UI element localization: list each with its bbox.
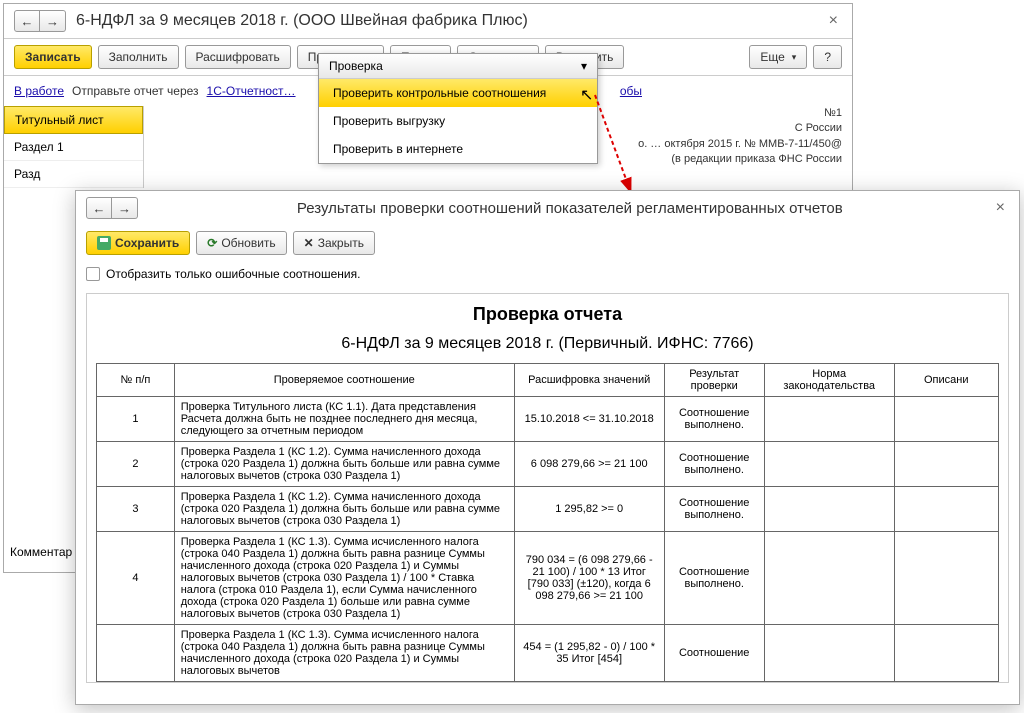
cell-check: Проверка Раздела 1 (КС 1.2). Сумма начис…	[174, 487, 514, 532]
save-label: Сохранить	[115, 236, 179, 250]
order-info: №1 С России о. … октября 2015 г. № ММВ-7…	[638, 106, 842, 168]
errors-only-checkbox[interactable]	[86, 267, 100, 281]
titlebar: ← → 6-НДФЛ за 9 месяцев 2018 г. (ООО Шве…	[4, 4, 852, 39]
cell-result: Соотношение выполнено.	[664, 487, 764, 532]
right-link[interactable]: обы	[620, 84, 642, 98]
close-button[interactable]: ✕ Закрыть	[293, 231, 375, 255]
cursor-icon: ↖	[580, 85, 593, 105]
cell-desc	[894, 442, 998, 487]
menu-header-label: Проверка	[329, 59, 383, 73]
order-l2: С России	[638, 121, 842, 136]
sidebar: Титульный лист Раздел 1 Разд	[4, 106, 144, 188]
menu-item-check-internet[interactable]: Проверить в интернете	[319, 135, 597, 163]
cell-decode: 6 098 279,66 >= 21 100	[514, 442, 664, 487]
status-link[interactable]: В работе	[14, 84, 64, 98]
save-button[interactable]: Сохранить	[86, 231, 190, 255]
col-decode: Расшифровка значений	[514, 364, 664, 397]
save-icon	[97, 236, 111, 250]
cell-desc	[894, 487, 998, 532]
comment-label: Комментар	[10, 545, 72, 559]
refresh-label: Обновить	[221, 236, 275, 250]
nav-back-button[interactable]: ←	[86, 197, 112, 219]
more-button[interactable]: Еще	[749, 45, 807, 69]
cell-num: 3	[97, 487, 175, 532]
col-desc: Описани	[894, 364, 998, 397]
document-area[interactable]: Проверка отчета 6-НДФЛ за 9 месяцев 2018…	[86, 293, 1009, 683]
cell-result: Соотношение выполнено.	[664, 532, 764, 625]
help-button[interactable]: ?	[813, 45, 842, 69]
col-num: № п/п	[97, 364, 175, 397]
col-check: Проверяемое соотношение	[174, 364, 514, 397]
cell-check: Проверка Титульного листа (КС 1.1). Дата…	[174, 397, 514, 442]
refresh-button[interactable]: ⟳ Обновить	[196, 231, 286, 255]
chevron-down-icon: ▾	[581, 59, 587, 73]
refresh-icon: ⟳	[207, 236, 217, 250]
cell-num: 1	[97, 397, 175, 442]
nav-forward-button[interactable]: →	[112, 197, 138, 219]
cell-desc	[894, 397, 998, 442]
cell-num: 2	[97, 442, 175, 487]
cell-norm	[764, 625, 894, 682]
close-label: Закрыть	[318, 236, 364, 250]
cell-check: Проверка Раздела 1 (КС 1.3). Сумма исчис…	[174, 532, 514, 625]
tab-section2[interactable]: Разд	[4, 161, 143, 188]
close-icon[interactable]: ×	[992, 199, 1009, 217]
errors-only-label: Отобразить только ошибочные соотношения.	[106, 267, 360, 281]
menu-item-check-export[interactable]: Проверить выгрузку	[319, 107, 597, 135]
table-row: 1Проверка Титульного листа (КС 1.1). Дат…	[97, 397, 999, 442]
doc-subtitle: 6-НДФЛ за 9 месяцев 2018 г. (Первичный. …	[87, 335, 1008, 363]
menu-item-check-ratios[interactable]: Проверить контрольные соотношения	[319, 79, 597, 107]
filter-row: Отобразить только ошибочные соотношения.	[76, 261, 1019, 287]
table-row: 2Проверка Раздела 1 (КС 1.2). Сумма начи…	[97, 442, 999, 487]
check-dropdown-menu: Проверка ▾ Проверить контрольные соотнош…	[318, 53, 598, 164]
cell-decode: 1 295,82 >= 0	[514, 487, 664, 532]
status-hint: Отправьте отчет через	[72, 84, 199, 98]
nav-forward-button[interactable]: →	[40, 10, 66, 32]
table-row: Проверка Раздела 1 (КС 1.3). Сумма исчис…	[97, 625, 999, 682]
table-row: 4Проверка Раздела 1 (КС 1.3). Сумма исчи…	[97, 532, 999, 625]
order-l1: №1	[638, 106, 842, 121]
cell-norm	[764, 397, 894, 442]
cell-check: Проверка Раздела 1 (КС 1.3). Сумма исчис…	[174, 625, 514, 682]
tab-section1[interactable]: Раздел 1	[4, 134, 143, 161]
tab-title-page[interactable]: Титульный лист	[4, 106, 143, 134]
col-result: Результат проверки	[664, 364, 764, 397]
results-toolbar: Сохранить ⟳ Обновить ✕ Закрыть	[76, 225, 1019, 261]
cell-norm	[764, 487, 894, 532]
cell-decode: 454 = (1 295,82 - 0) / 100 * 35 Итог [45…	[514, 625, 664, 682]
col-norm: Норма законодательства	[764, 364, 894, 397]
results-window: ← → Результаты проверки соотношений пока…	[75, 190, 1020, 705]
fill-button[interactable]: Заполнить	[98, 45, 179, 69]
results-title: Результаты проверки соотношений показате…	[148, 200, 992, 217]
cell-num: 4	[97, 532, 175, 625]
order-l3: о. … октября 2015 г. № ММВ-7-11/450@	[638, 137, 842, 152]
window-title: 6-НДФЛ за 9 месяцев 2018 г. (ООО Швейная…	[76, 12, 825, 30]
cell-check: Проверка Раздела 1 (КС 1.2). Сумма начис…	[174, 442, 514, 487]
record-button[interactable]: Записать	[14, 45, 92, 69]
check-table: № п/п Проверяемое соотношение Расшифровк…	[96, 363, 999, 682]
cell-result: Соотношение	[664, 625, 764, 682]
cell-desc	[894, 625, 998, 682]
cell-num	[97, 625, 175, 682]
cell-decode: 15.10.2018 <= 31.10.2018	[514, 397, 664, 442]
cell-norm	[764, 442, 894, 487]
results-titlebar: ← → Результаты проверки соотношений пока…	[76, 191, 1019, 225]
doc-title: Проверка отчета	[87, 294, 1008, 335]
reporting-link[interactable]: 1С-Отчетност…	[207, 84, 296, 98]
order-l4: (в редакции приказа ФНС России	[638, 152, 842, 167]
close-icon[interactable]: ×	[825, 12, 842, 30]
menu-header: Проверка ▾	[319, 54, 597, 79]
cell-desc	[894, 532, 998, 625]
cell-norm	[764, 532, 894, 625]
decrypt-button[interactable]: Расшифровать	[185, 45, 291, 69]
cell-decode: 790 034 = (6 098 279,66 - 21 100) / 100 …	[514, 532, 664, 625]
table-row: 3Проверка Раздела 1 (КС 1.2). Сумма начи…	[97, 487, 999, 532]
close-x-icon: ✕	[304, 236, 314, 250]
cell-result: Соотношение выполнено.	[664, 442, 764, 487]
cell-result: Соотношение выполнено.	[664, 397, 764, 442]
nav-back-button[interactable]: ←	[14, 10, 40, 32]
